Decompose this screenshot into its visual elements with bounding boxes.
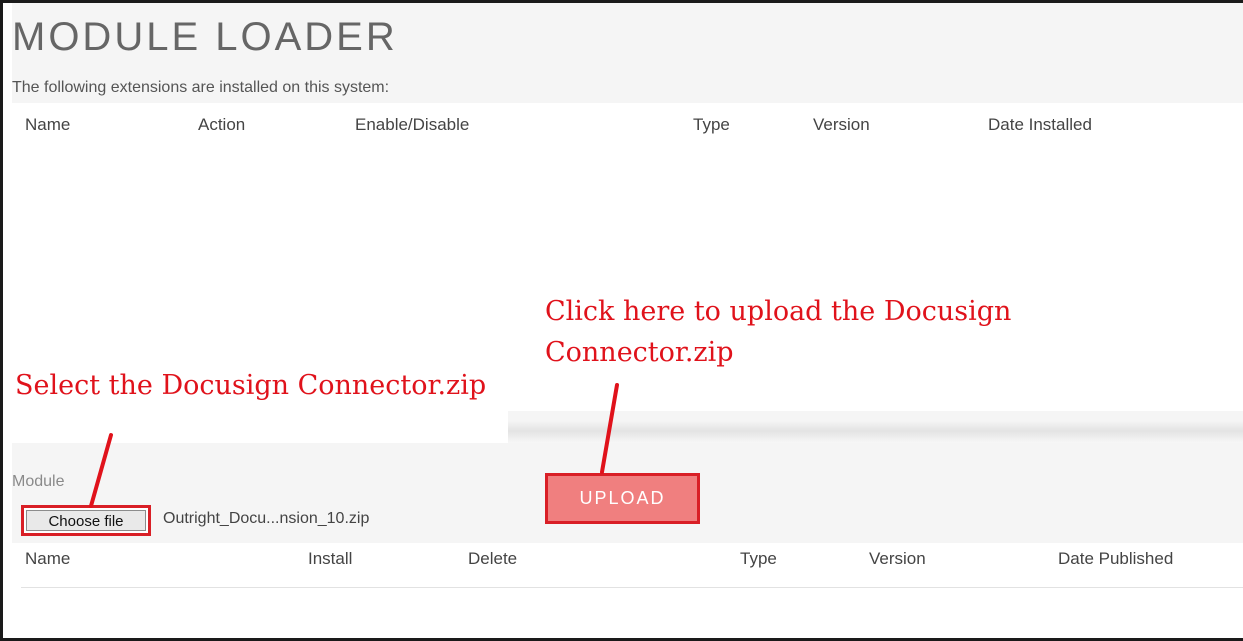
annotation-arrows (89, 383, 619, 508)
select-pointer-line (89, 433, 113, 508)
module-loader-window: MODULE LOADER The following extensions a… (0, 0, 1243, 641)
upload-pointer-line (600, 383, 619, 474)
